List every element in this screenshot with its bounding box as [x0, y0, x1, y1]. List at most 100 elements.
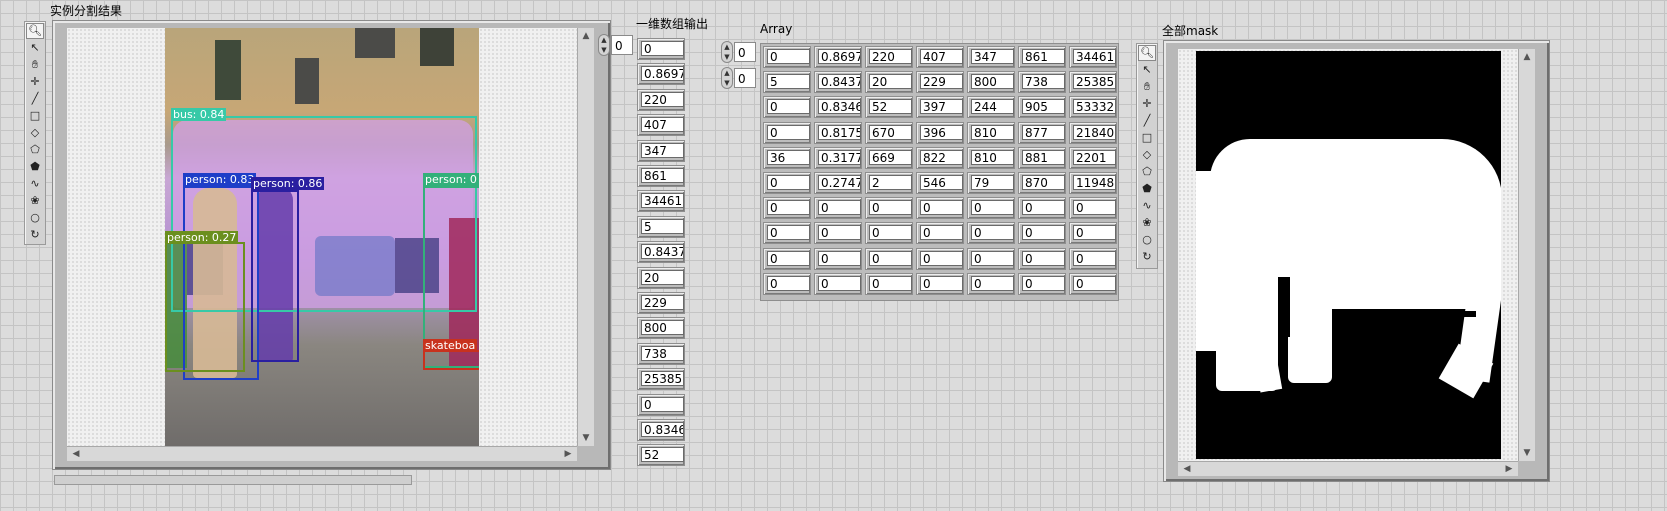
- scroll-right-icon[interactable]: ▶: [561, 448, 575, 460]
- array-cell-value[interactable]: 0: [1022, 225, 1065, 241]
- array-cell[interactable]: 244: [967, 96, 1015, 119]
- array-cell-value[interactable]: 0: [1073, 250, 1116, 266]
- one-d-array-value[interactable]: 0.83466: [641, 422, 684, 437]
- array-cell-value[interactable]: 5: [767, 74, 810, 90]
- array-cell[interactable]: 53332: [1069, 96, 1117, 119]
- array-cell[interactable]: 0: [814, 197, 862, 220]
- array-cell[interactable]: 0: [1069, 272, 1117, 295]
- array-cell[interactable]: 0: [1018, 247, 1066, 270]
- array-cell-value[interactable]: 397: [920, 99, 963, 115]
- array-cell-value[interactable]: 53332: [1073, 99, 1116, 115]
- array-cell[interactable]: 21840: [1069, 121, 1117, 144]
- row-index-spinner[interactable]: ▲ ▼: [721, 41, 733, 63]
- array-cell[interactable]: 0: [916, 197, 964, 220]
- array-cell[interactable]: 36: [763, 146, 811, 169]
- one-d-array-element[interactable]: 0.86979: [637, 63, 685, 86]
- polygon-icon[interactable]: ⬠: [1138, 164, 1156, 180]
- array-cell-value[interactable]: 669: [869, 149, 912, 165]
- array-cell[interactable]: 877: [1018, 121, 1066, 144]
- array-cell[interactable]: 0: [814, 272, 862, 295]
- array-cell-value[interactable]: 229: [920, 74, 963, 90]
- col-index-spinner[interactable]: ▲ ▼: [721, 67, 733, 89]
- array-cell[interactable]: 861: [1018, 46, 1066, 68]
- one-d-array-value[interactable]: 229: [641, 295, 684, 310]
- array-cell-value[interactable]: 407: [920, 49, 963, 64]
- array-cell-value[interactable]: 738: [1022, 74, 1065, 90]
- array-cell[interactable]: 0: [967, 197, 1015, 220]
- array-cell[interactable]: 0: [865, 222, 913, 245]
- scroll-down-icon[interactable]: ▼: [579, 432, 593, 444]
- array-cell-value[interactable]: 0: [1073, 200, 1116, 216]
- one-d-array-element[interactable]: 0: [637, 38, 685, 60]
- array-cell[interactable]: 396: [916, 121, 964, 144]
- polygon-icon[interactable]: ⬠: [26, 142, 44, 158]
- array-cell[interactable]: 0: [865, 272, 913, 295]
- array-cell[interactable]: 0: [865, 197, 913, 220]
- array-cell[interactable]: 670: [865, 121, 913, 144]
- array-cell-value[interactable]: 0: [971, 225, 1014, 241]
- array-cell-value[interactable]: 870: [1022, 175, 1065, 190]
- instance-vertical-scrollbar[interactable]: ▲ ▼: [577, 28, 594, 446]
- array-cell-value[interactable]: 0: [869, 225, 912, 241]
- array-cell-value[interactable]: 21840: [1073, 124, 1116, 140]
- zoom-icon[interactable]: 🔍︎: [26, 23, 44, 39]
- array-cell-value[interactable]: 0: [869, 275, 912, 291]
- one-d-array-element[interactable]: 52: [637, 444, 685, 467]
- crosshair-icon[interactable]: ✛: [1138, 96, 1156, 112]
- one-d-array-element[interactable]: 20: [637, 266, 685, 289]
- one-d-array-value[interactable]: 52: [641, 447, 684, 463]
- scroll-up-icon[interactable]: ▲: [579, 30, 593, 42]
- one-d-array-value[interactable]: 220: [641, 91, 684, 107]
- one-d-array-element[interactable]: 738: [637, 342, 685, 365]
- array-cell-value[interactable]: 0: [767, 99, 810, 115]
- array-cell[interactable]: 52: [865, 96, 913, 119]
- array-cell[interactable]: 800: [967, 71, 1015, 94]
- array-cell-value[interactable]: 0.31772: [818, 149, 861, 165]
- array-cell[interactable]: 0.27478: [814, 172, 862, 194]
- crosshair-icon[interactable]: ✛: [26, 74, 44, 90]
- array-cell-value[interactable]: 0: [971, 250, 1014, 266]
- array-cell[interactable]: 0: [916, 272, 964, 295]
- array-cell[interactable]: 397: [916, 96, 964, 119]
- scroll-left-icon[interactable]: ◀: [69, 448, 83, 460]
- array-cell[interactable]: 0: [1018, 222, 1066, 245]
- one-d-array-element[interactable]: 0.83466: [637, 419, 685, 441]
- array-cell[interactable]: 0: [1018, 272, 1066, 295]
- hand-icon[interactable]: ✋︎: [1138, 79, 1156, 95]
- col-index-input[interactable]: 0: [734, 68, 756, 88]
- mask-image-display[interactable]: ▲ ▼ ◀ ▶: [1163, 40, 1550, 482]
- diamond-icon[interactable]: ◇: [1138, 147, 1156, 163]
- array-cell-value[interactable]: 0: [920, 275, 963, 291]
- array-cell[interactable]: 0.81753: [814, 121, 862, 144]
- array-cell-value[interactable]: 810: [971, 149, 1014, 165]
- array-cell[interactable]: 870: [1018, 172, 1066, 194]
- array-cell[interactable]: 0: [967, 247, 1015, 270]
- array-cell-value[interactable]: 253857: [1073, 74, 1116, 90]
- array-cell-value[interactable]: 877: [1022, 124, 1065, 140]
- one-d-array-value[interactable]: 20: [641, 269, 684, 285]
- array-cell[interactable]: 0.84372: [814, 71, 862, 94]
- array-cell-value[interactable]: 36: [767, 149, 810, 165]
- array-cell[interactable]: 0: [763, 222, 811, 245]
- scroll-right-icon[interactable]: ▶: [1502, 463, 1516, 475]
- array-cell[interactable]: 0: [1069, 247, 1117, 270]
- array-cell[interactable]: 0: [763, 197, 811, 220]
- array-cell-value[interactable]: 2201: [1073, 149, 1116, 165]
- array-cell[interactable]: 253857: [1069, 71, 1117, 94]
- array-cell-value[interactable]: 670: [869, 124, 912, 140]
- array-cell-value[interactable]: 244: [971, 99, 1014, 115]
- rectangle-icon[interactable]: □: [1138, 130, 1156, 146]
- array-cell[interactable]: 810: [967, 121, 1015, 144]
- array-cell-value[interactable]: 2: [869, 175, 912, 190]
- array-cell-value[interactable]: 881: [1022, 149, 1065, 165]
- array-cell[interactable]: 0: [814, 247, 862, 270]
- array-cell[interactable]: 0: [763, 121, 811, 144]
- freehand-icon[interactable]: ∿: [26, 176, 44, 192]
- array-cell-value[interactable]: 0.86979: [818, 49, 861, 64]
- lasso-icon[interactable]: ❀: [1138, 215, 1156, 231]
- array-cell[interactable]: 2: [865, 172, 913, 194]
- one-d-array-value[interactable]: 800: [641, 320, 684, 336]
- array-cell-value[interactable]: 0: [1022, 275, 1065, 291]
- array-cell-value[interactable]: 34461: [1073, 49, 1116, 64]
- array-cell[interactable]: 881: [1018, 146, 1066, 169]
